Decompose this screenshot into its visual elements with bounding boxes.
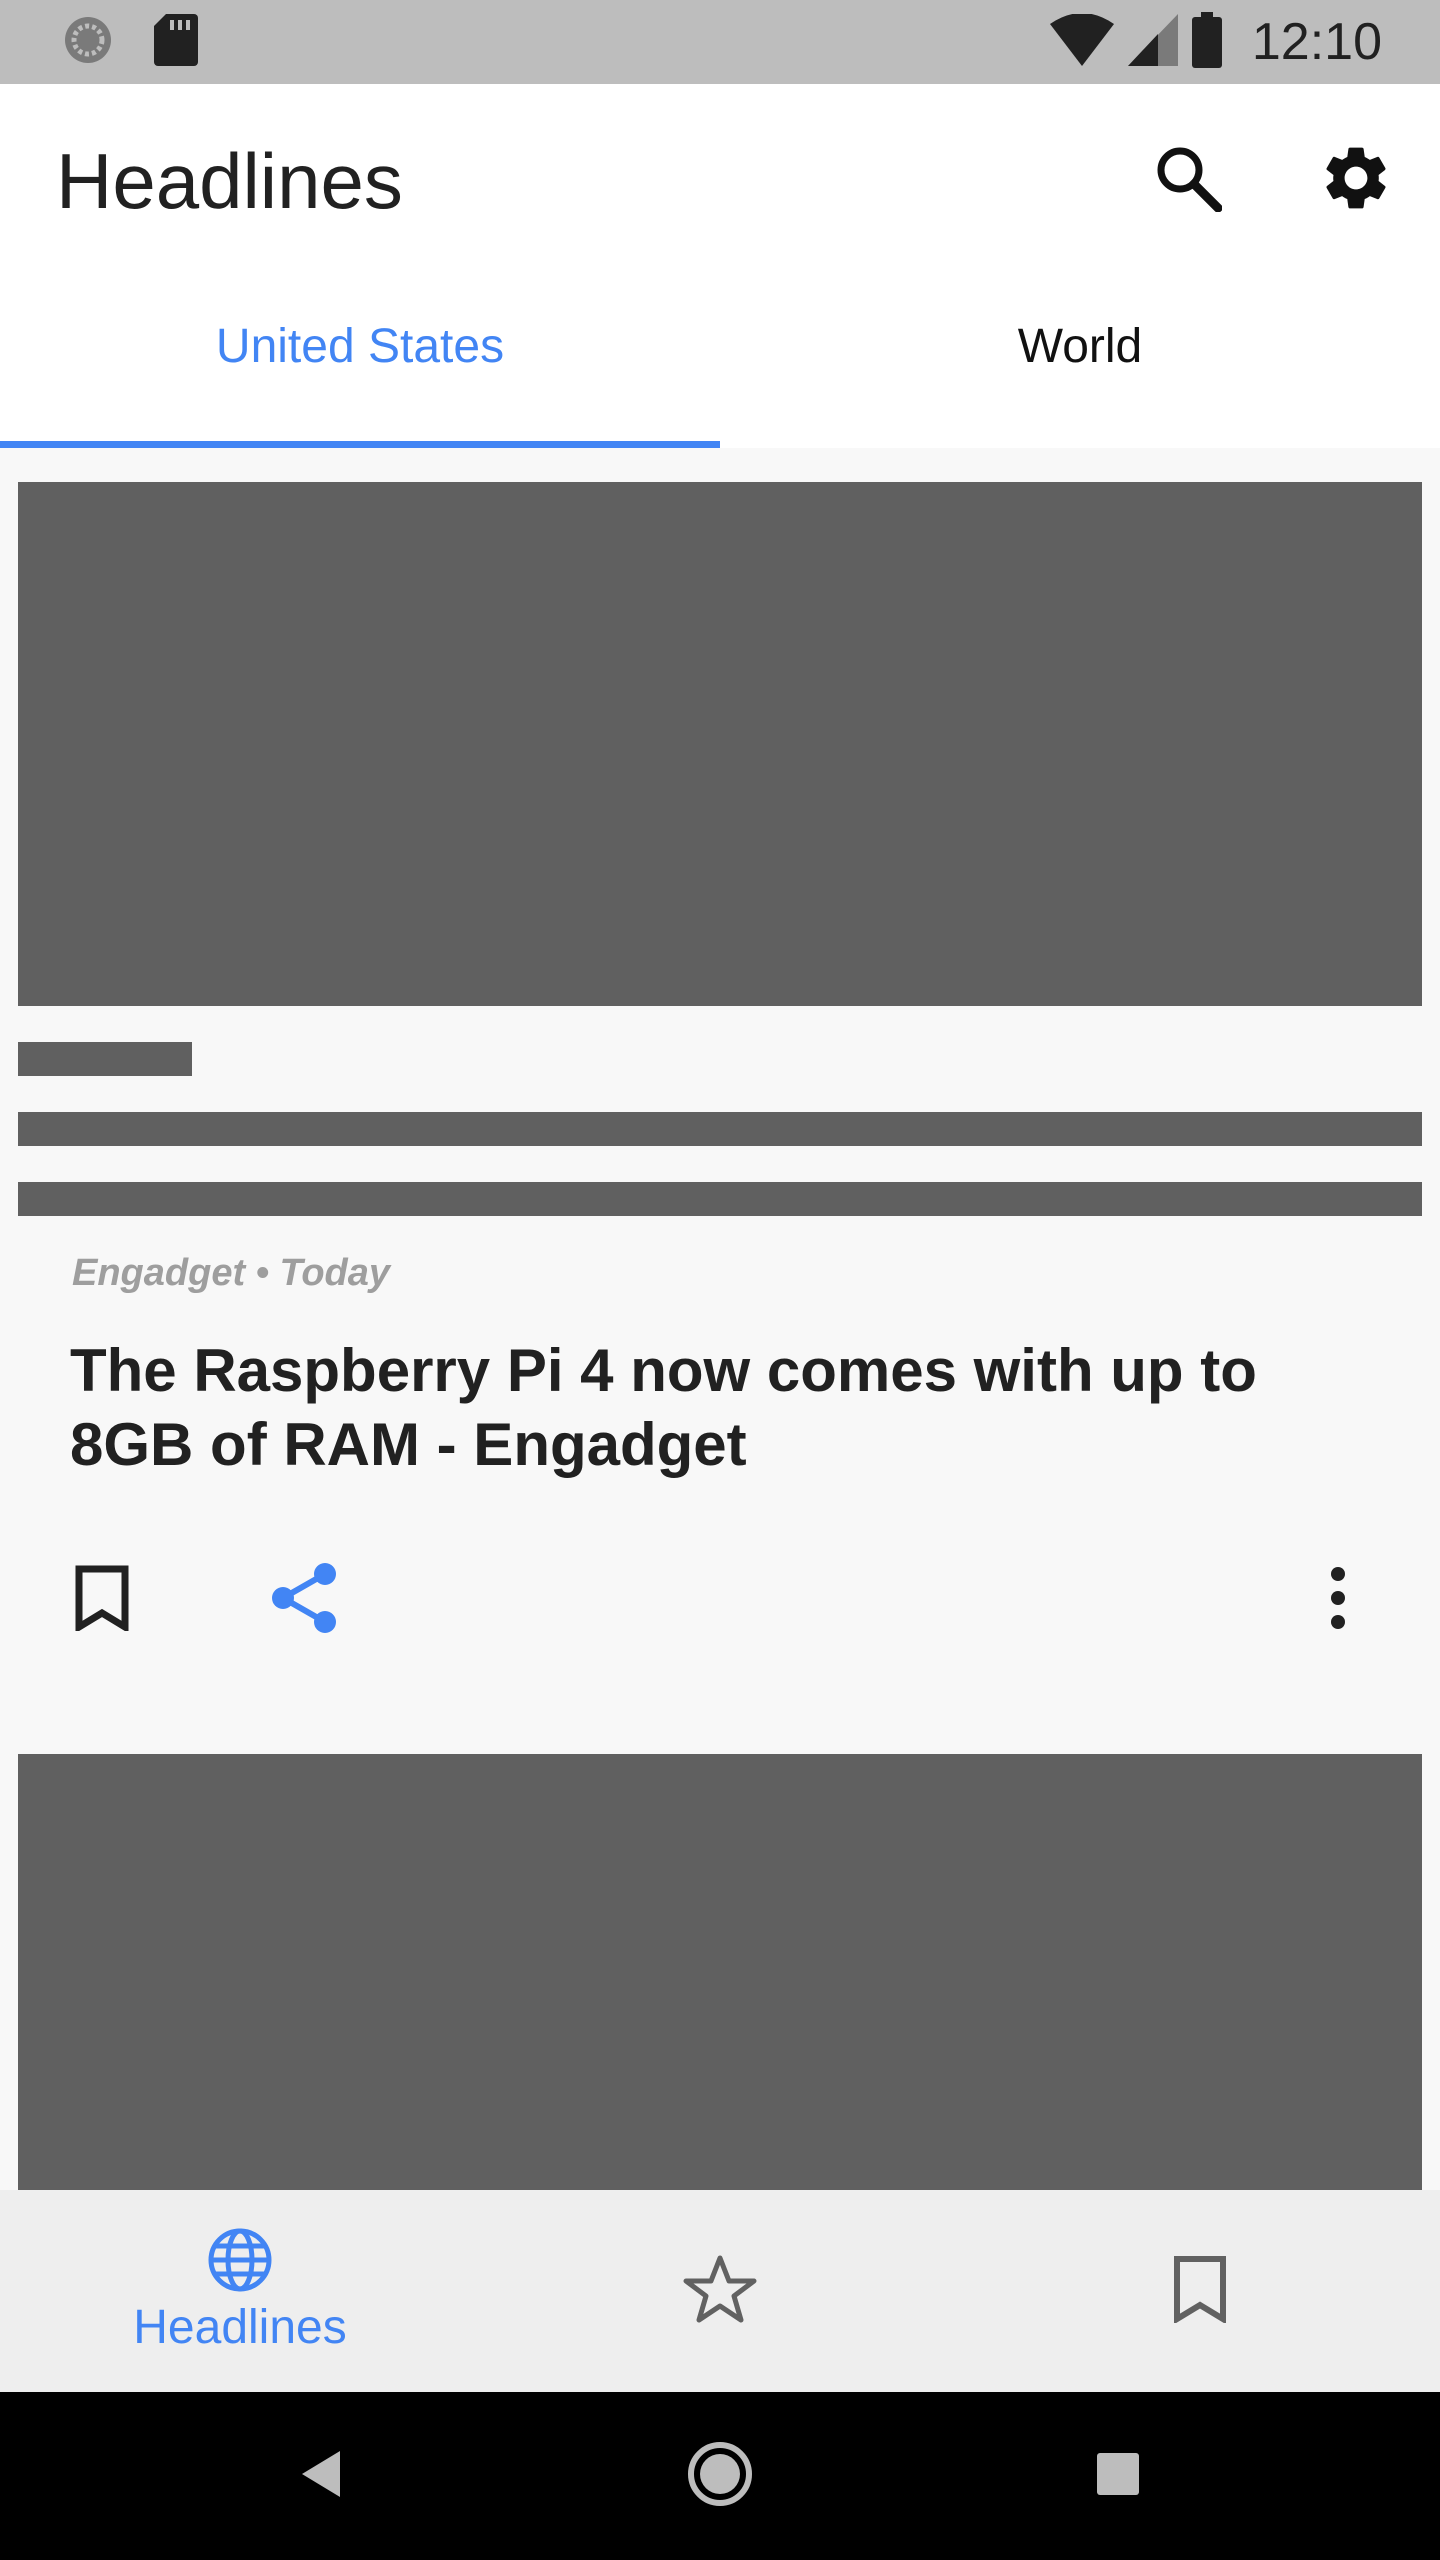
bookmark-button[interactable] <box>58 1556 146 1644</box>
search-icon <box>1154 144 1223 217</box>
page-title: Headlines <box>56 137 403 225</box>
more-vert-icon <box>1328 1566 1348 1635</box>
text-placeholder-line <box>18 1112 1422 1146</box>
tab-indicator <box>0 441 720 448</box>
settings-button[interactable] <box>1316 140 1396 220</box>
article-image-placeholder <box>18 482 1422 1006</box>
nav-favorites[interactable] <box>480 2190 960 2392</box>
text-placeholder-line <box>18 1182 1422 1216</box>
home-icon <box>687 2441 753 2512</box>
wifi-icon <box>1049 12 1114 71</box>
back-button[interactable] <box>270 2426 370 2526</box>
app-bar: Headlines <box>0 84 1440 274</box>
status-time: 12:10 <box>1251 13 1382 71</box>
more-options-button[interactable] <box>1294 1556 1382 1644</box>
cell-signal-icon <box>1127 13 1178 71</box>
star-icon <box>682 2253 758 2330</box>
text-placeholder-short <box>18 1042 192 1076</box>
nav-bookmarks[interactable] <box>960 2190 1440 2392</box>
tab-label: United States <box>215 319 505 373</box>
tab-label: World <box>1017 319 1143 373</box>
globe-icon <box>207 2227 273 2298</box>
bottom-navigation: Headlines <box>0 2190 1440 2392</box>
tab-united-states[interactable]: United States <box>0 274 720 448</box>
share-icon <box>269 1562 339 1639</box>
sync-icon <box>62 14 114 71</box>
bookmark-icon <box>74 1565 130 1636</box>
status-bar: 12:10 <box>0 0 1440 84</box>
battery-icon <box>1191 11 1222 73</box>
share-button[interactable] <box>260 1556 348 1644</box>
recents-icon <box>1096 2452 1140 2501</box>
tab-bar: United States World <box>0 274 1440 448</box>
system-navigation-bar <box>0 2392 1440 2560</box>
nav-label: Headlines <box>133 2301 347 2354</box>
news-feed[interactable]: Engadget • Today The Raspberry Pi 4 now … <box>0 448 1440 2190</box>
article-headline[interactable]: The Raspberry Pi 4 now comes with up to … <box>70 1334 1390 1482</box>
article-meta: Engadget • Today <box>72 1252 391 1294</box>
settings-icon <box>1318 140 1394 221</box>
home-button[interactable] <box>670 2426 770 2526</box>
recents-button[interactable] <box>1068 2426 1168 2526</box>
search-button[interactable] <box>1148 140 1228 220</box>
tab-world[interactable]: World <box>720 274 1440 448</box>
bookmark-icon <box>1172 2255 1228 2328</box>
article-image-placeholder <box>18 1754 1422 2190</box>
back-icon <box>298 2449 342 2504</box>
sd-card-icon <box>154 13 198 71</box>
nav-headlines[interactable]: Headlines <box>0 2190 480 2392</box>
